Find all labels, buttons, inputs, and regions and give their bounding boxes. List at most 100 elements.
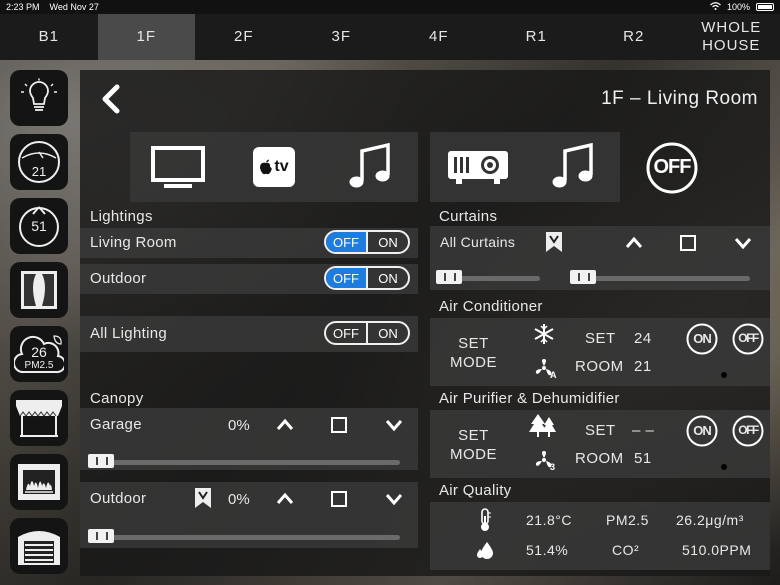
tree-icon[interactable] — [528, 412, 558, 438]
apple-tv-icon: tv — [253, 147, 295, 187]
toggle-on[interactable]: ON — [366, 268, 408, 288]
air-purifier-panel: SET MODE 3 SET – – ROOM 51 ON OFF — [430, 410, 770, 478]
stop-square-icon[interactable] — [680, 235, 696, 251]
tab-whole-house[interactable]: WHOLE HOUSE — [683, 14, 780, 60]
wifi-icon — [710, 2, 721, 12]
lighting-toggle-outdoor[interactable]: OFF ON — [324, 266, 410, 290]
chevron-up-icon[interactable] — [276, 492, 294, 506]
sidebar-pm-value: 26 — [31, 344, 47, 360]
back-chevron-icon[interactable] — [98, 84, 124, 114]
co2-value: 510.0PPM — [682, 542, 752, 558]
chevron-down-icon[interactable] — [734, 236, 752, 250]
pm-value: 26.2μg/m³ — [676, 512, 744, 528]
ac-off-button[interactable]: OFF — [732, 323, 764, 355]
tab-4f[interactable]: 4F — [390, 14, 488, 60]
curtains-label: All Curtains — [440, 234, 516, 250]
toggle-on[interactable]: ON — [366, 323, 408, 343]
purifier-set-mode[interactable]: SET MODE — [450, 426, 497, 464]
ribbon-bookmark-icon[interactable] — [193, 486, 213, 510]
canopy-slider-thumb[interactable] — [88, 529, 114, 543]
chevron-up-icon[interactable] — [276, 418, 294, 432]
snowflake-icon[interactable] — [533, 323, 555, 345]
canopy-row-outdoor: Outdoor 0% — [80, 482, 418, 548]
room-panel: 1F – Living Room tv OFF Lightings Living… — [80, 70, 770, 576]
toggle-on[interactable]: ON — [366, 232, 408, 252]
sidebar-fireplace[interactable] — [10, 454, 68, 510]
sidebar-garage[interactable] — [10, 518, 68, 574]
music-note-icon — [552, 143, 593, 188]
canopy-icon — [16, 400, 62, 437]
ac-set-value: 24 — [634, 330, 652, 347]
tab-2f[interactable]: 2F — [195, 14, 293, 60]
music-scene-button[interactable] — [322, 132, 418, 202]
chevron-up-icon[interactable] — [625, 236, 643, 250]
tab-3f[interactable]: 3F — [293, 14, 391, 60]
sidebar-air-quality[interactable]: 26 PM2.5 — [10, 326, 68, 382]
curtain-right-slider-track[interactable] — [570, 276, 750, 281]
fireplace-icon — [18, 464, 60, 500]
ac-set-label: SET — [585, 330, 616, 347]
sidebar-lighting[interactable] — [10, 70, 68, 126]
canopy-percent: 0% — [228, 491, 250, 508]
sidebar-thermostat-value: 21 — [31, 164, 47, 179]
sidebar-humidity[interactable]: 51 — [10, 198, 68, 254]
stop-square-icon[interactable] — [331, 417, 347, 433]
apple-tv-scene-button[interactable]: tv — [226, 132, 322, 202]
air-conditioner-panel: SET MODE A SET 24 ROOM 21 ON OFF — [430, 318, 770, 386]
lighting-toggle-all[interactable]: OFF ON — [324, 321, 410, 345]
lighting-toggle-living-room[interactable]: OFF ON — [324, 230, 410, 254]
ac-on-button[interactable]: ON — [686, 323, 718, 355]
curtain-right-slider-thumb[interactable] — [570, 270, 596, 284]
purifier-off-button[interactable]: OFF — [732, 415, 764, 447]
canopy-slider-track[interactable] — [88, 460, 400, 465]
toggle-off[interactable]: OFF — [326, 323, 366, 343]
sidebar-curtain[interactable] — [10, 262, 68, 318]
air-quality-panel: 21.8°C PM2.5 26.2μg/m³ 51.4% CO² 510.0PP… — [430, 502, 770, 570]
chevron-down-icon[interactable] — [385, 418, 403, 432]
sidebar-canopy[interactable] — [10, 390, 68, 446]
tab-r2[interactable]: R2 — [585, 14, 683, 60]
curtain-icon — [21, 271, 57, 309]
purifier-off-label: OFF — [738, 423, 759, 437]
ac-fan-mode: A — [550, 370, 557, 380]
lighting-row-outdoor: Outdoor OFF ON — [80, 264, 418, 294]
ac-off-label: OFF — [738, 331, 759, 345]
lighting-row-living-room: Living Room OFF ON — [80, 228, 418, 258]
canopy-slider-track[interactable] — [88, 535, 400, 540]
curtains-title: Curtains — [439, 208, 498, 225]
toggle-off[interactable]: OFF — [326, 232, 366, 252]
canopy-title: Canopy — [90, 390, 144, 407]
sidebar-thermostat[interactable]: 21 — [10, 134, 68, 190]
canopy-label: Outdoor — [90, 490, 147, 507]
media-scene-bar: tv — [130, 132, 418, 202]
curtain-left-slider-thumb[interactable] — [436, 270, 462, 284]
projector-scene-button[interactable] — [430, 132, 525, 202]
lighting-label: Living Room — [90, 234, 177, 251]
lightbulb-icon — [21, 78, 57, 111]
garage-door-icon — [18, 531, 60, 565]
ac-set-mode[interactable]: SET MODE — [450, 334, 497, 372]
purifier-set-value: – – — [632, 422, 655, 439]
air-conditioner-title: Air Conditioner — [439, 298, 543, 315]
ribbon-bookmark-icon[interactable] — [544, 230, 564, 254]
room-music-scene-button[interactable] — [525, 132, 620, 202]
tab-r1[interactable]: R1 — [488, 14, 586, 60]
sidebar-pm-label: PM2.5 — [24, 360, 54, 371]
ac-status-dot — [721, 372, 727, 378]
air-purifier-title: Air Purifier & Dehumidifier — [439, 390, 620, 407]
all-off-label: OFF — [653, 156, 692, 178]
tv-scene-button[interactable] — [130, 132, 226, 202]
canopy-slider-thumb[interactable] — [88, 454, 114, 468]
chevron-down-icon[interactable] — [385, 492, 403, 506]
ac-room-value: 21 — [634, 358, 652, 375]
canopy-label: Garage — [90, 416, 142, 433]
ac-on-label: ON — [693, 331, 712, 346]
tab-1f[interactable]: 1F — [97, 14, 195, 60]
battery-icon — [756, 3, 774, 11]
tab-b1[interactable]: B1 — [0, 14, 98, 60]
stop-square-icon[interactable] — [331, 491, 347, 507]
purifier-on-button[interactable]: ON — [686, 415, 718, 447]
toggle-off[interactable]: OFF — [326, 268, 366, 288]
lighting-label: All Lighting — [90, 325, 167, 342]
all-off-button[interactable]: OFF — [646, 142, 698, 194]
